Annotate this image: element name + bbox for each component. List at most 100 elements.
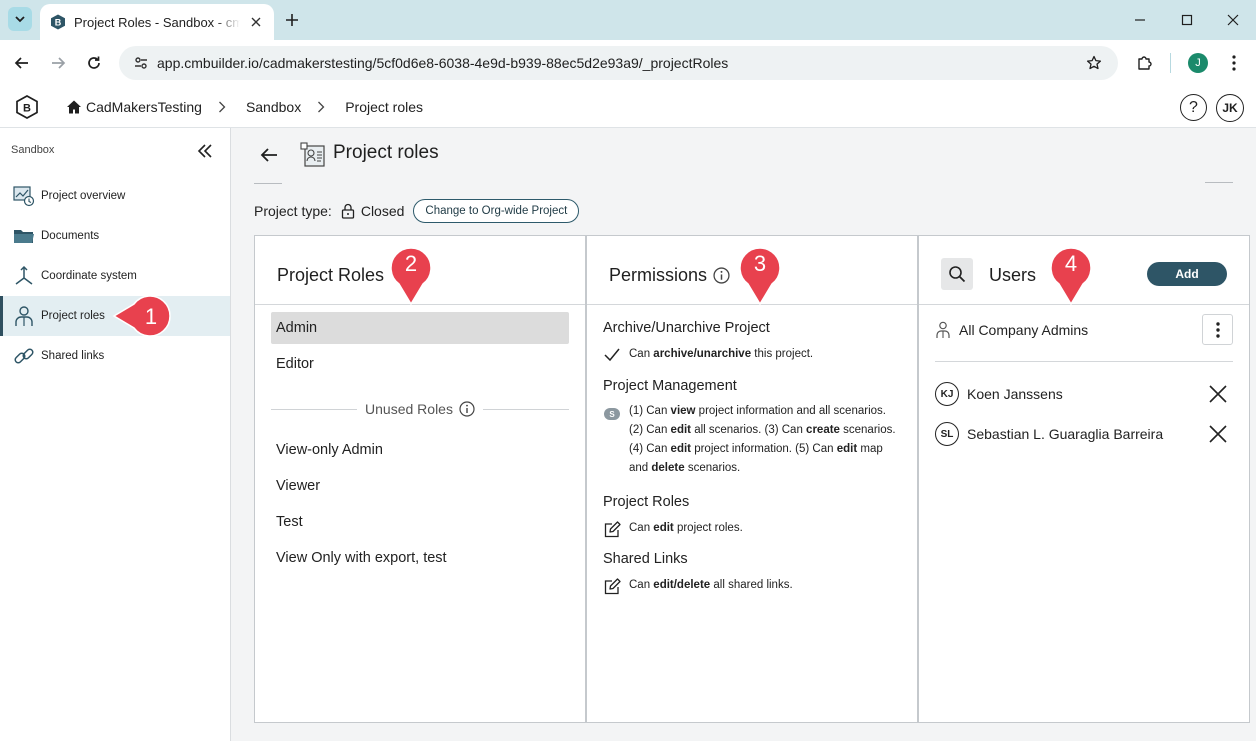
user-row: KJ Koen Janssens <box>935 380 1233 408</box>
role-item-test[interactable]: Test <box>271 506 569 538</box>
permission-row: Can archive/unarchive this project. <box>603 345 813 364</box>
project-type-row: Project type: Closed Change to Org-wide … <box>254 199 580 223</box>
sidebar-item-shared-links[interactable]: Shared links <box>0 336 230 376</box>
callout-pin-1: 1 <box>112 294 178 340</box>
browser-tab[interactable]: B Project Roles - Sandbox - cmBuilder <box>40 4 274 40</box>
browser-menu-icon[interactable] <box>1224 53 1244 73</box>
user-name: Koen Janssens <box>967 386 1063 402</box>
users-heading: Users <box>989 265 1037 285</box>
info-icon[interactable] <box>459 401 475 417</box>
sidebar-item-coordinate-system[interactable]: Coordinate system <box>0 256 230 296</box>
sidebar-item-project-overview[interactable]: Project overview <box>0 176 230 216</box>
maximize-icon <box>1181 14 1193 26</box>
breadcrumb-org[interactable]: CadMakersTesting <box>86 99 202 115</box>
new-tab-button[interactable] <box>282 10 302 30</box>
group-options-button[interactable] <box>1202 314 1233 345</box>
user-initials-avatar: KJ <box>935 382 959 406</box>
search-icon <box>949 266 966 283</box>
profile-avatar[interactable]: J <box>1188 53 1208 73</box>
callout-pin-4: 4 <box>1048 240 1094 306</box>
search-users-button[interactable] <box>941 258 973 290</box>
callout-number: 3 <box>753 251 767 276</box>
user-avatar[interactable]: JK <box>1216 94 1244 122</box>
tab-search-button[interactable] <box>8 7 32 31</box>
address-bar[interactable]: app.cmbuilder.io/cadmakerstesting/5cf0d6… <box>119 46 1118 80</box>
back-arrow-icon[interactable] <box>259 145 279 165</box>
info-icon[interactable] <box>713 267 730 284</box>
browser-forward-button[interactable] <box>46 51 70 75</box>
divider <box>254 183 282 184</box>
close-window-button[interactable] <box>1221 8 1245 32</box>
role-item-editor[interactable]: Editor <box>271 348 569 380</box>
divider <box>1205 182 1233 183</box>
reload-button[interactable] <box>82 51 106 75</box>
project-roles-heading: Project Roles <box>277 265 385 285</box>
permissions-heading: Permissions <box>609 265 708 285</box>
role-item-admin[interactable]: Admin <box>271 312 569 344</box>
arrow-right-icon <box>52 57 66 69</box>
edit-icon <box>603 520 621 538</box>
sidebar-item-label: Shared links <box>41 350 105 362</box>
more-vertical-icon <box>1215 321 1220 338</box>
check-icon <box>603 346 621 364</box>
bookmark-star-icon[interactable] <box>1084 53 1104 73</box>
callout-pin-2: 2 <box>388 240 434 306</box>
project-overview-icon <box>12 184 36 208</box>
callout-number: 1 <box>144 304 158 329</box>
company-admins-label: All Company Admins <box>959 322 1089 338</box>
unused-roles-label: Unused Roles <box>365 401 453 417</box>
permission-group-heading: Shared Links <box>603 551 688 567</box>
help-button[interactable]: ? <box>1180 94 1207 121</box>
chevron-right-icon <box>218 101 230 113</box>
permissions-panel: Permissions Archive/Unarchive Project Ca… <box>586 235 918 723</box>
home-icon[interactable] <box>66 99 82 115</box>
user-initials-avatar: SL <box>935 422 959 446</box>
url-text[interactable]: app.cmbuilder.io/cadmakerstesting/5cf0d6… <box>157 55 1084 71</box>
sidebar-item-label: Documents <box>41 230 100 242</box>
role-item-view-only-admin[interactable]: View-only Admin <box>271 434 569 466</box>
page-title: Project roles <box>333 142 439 163</box>
svg-text:B: B <box>55 18 62 28</box>
role-item-viewer[interactable]: Viewer <box>271 470 569 502</box>
sidebar-item-documents[interactable]: Documents <box>0 216 230 256</box>
role-item-view-only-with-export-test[interactable]: View Only with export, test <box>271 542 569 574</box>
cmbuilder-logo-icon[interactable]: B <box>15 95 39 119</box>
site-info-icon[interactable] <box>129 51 153 75</box>
permission-group-heading: Archive/Unarchive Project <box>603 320 770 336</box>
permission-text: Can edit/delete all shared links. <box>629 579 793 591</box>
minimize-button[interactable] <box>1128 8 1152 32</box>
user-name: Sebastian L. Guaraglia Barreira <box>967 426 1164 442</box>
project-roles-icon <box>300 142 325 167</box>
minimize-icon <box>1135 19 1145 21</box>
tab-title: Project Roles - Sandbox - cmBuilder <box>74 14 240 30</box>
permission-row: Can edit project roles. <box>603 519 743 538</box>
sidebar-item-label: Coordinate system <box>41 270 137 282</box>
arrow-left-icon <box>14 57 28 69</box>
remove-user-icon[interactable] <box>1209 385 1227 403</box>
tab-close-icon[interactable] <box>248 14 264 30</box>
sidebar-title: Sandbox <box>11 144 55 156</box>
project-type-value: Closed <box>360 203 405 219</box>
add-user-button[interactable]: Add <box>1147 262 1227 286</box>
admin-group-icon <box>936 321 950 338</box>
svg-text:B: B <box>23 103 31 115</box>
unused-roles-divider: Unused Roles <box>271 399 569 419</box>
project-roles-panel: Project Roles Admin Editor Unused Roles … <box>254 235 586 723</box>
sidebar: Sandbox Project overview Documents Coord… <box>0 128 231 741</box>
cmbuilder-favicon-icon: B <box>51 14 65 30</box>
callout-number: 2 <box>404 251 418 276</box>
edit-icon <box>603 577 621 595</box>
change-project-type-button[interactable]: Change to Org-wide Project <box>413 199 580 223</box>
company-admins-row: All Company Admins <box>935 314 1233 346</box>
callout-pin-3: 3 <box>737 240 783 306</box>
browser-back-button[interactable] <box>10 51 34 75</box>
remove-user-icon[interactable] <box>1209 425 1227 443</box>
extensions-puzzle-icon[interactable] <box>1134 52 1156 74</box>
link-icon <box>12 344 36 368</box>
permission-group-heading: Project Management <box>603 378 737 394</box>
breadcrumb-project[interactable]: Sandbox <box>246 99 301 115</box>
chevron-right-icon <box>317 101 329 113</box>
collapse-sidebar-icon[interactable] <box>196 142 214 160</box>
maximize-button[interactable] <box>1175 8 1199 32</box>
divider <box>935 361 1233 362</box>
